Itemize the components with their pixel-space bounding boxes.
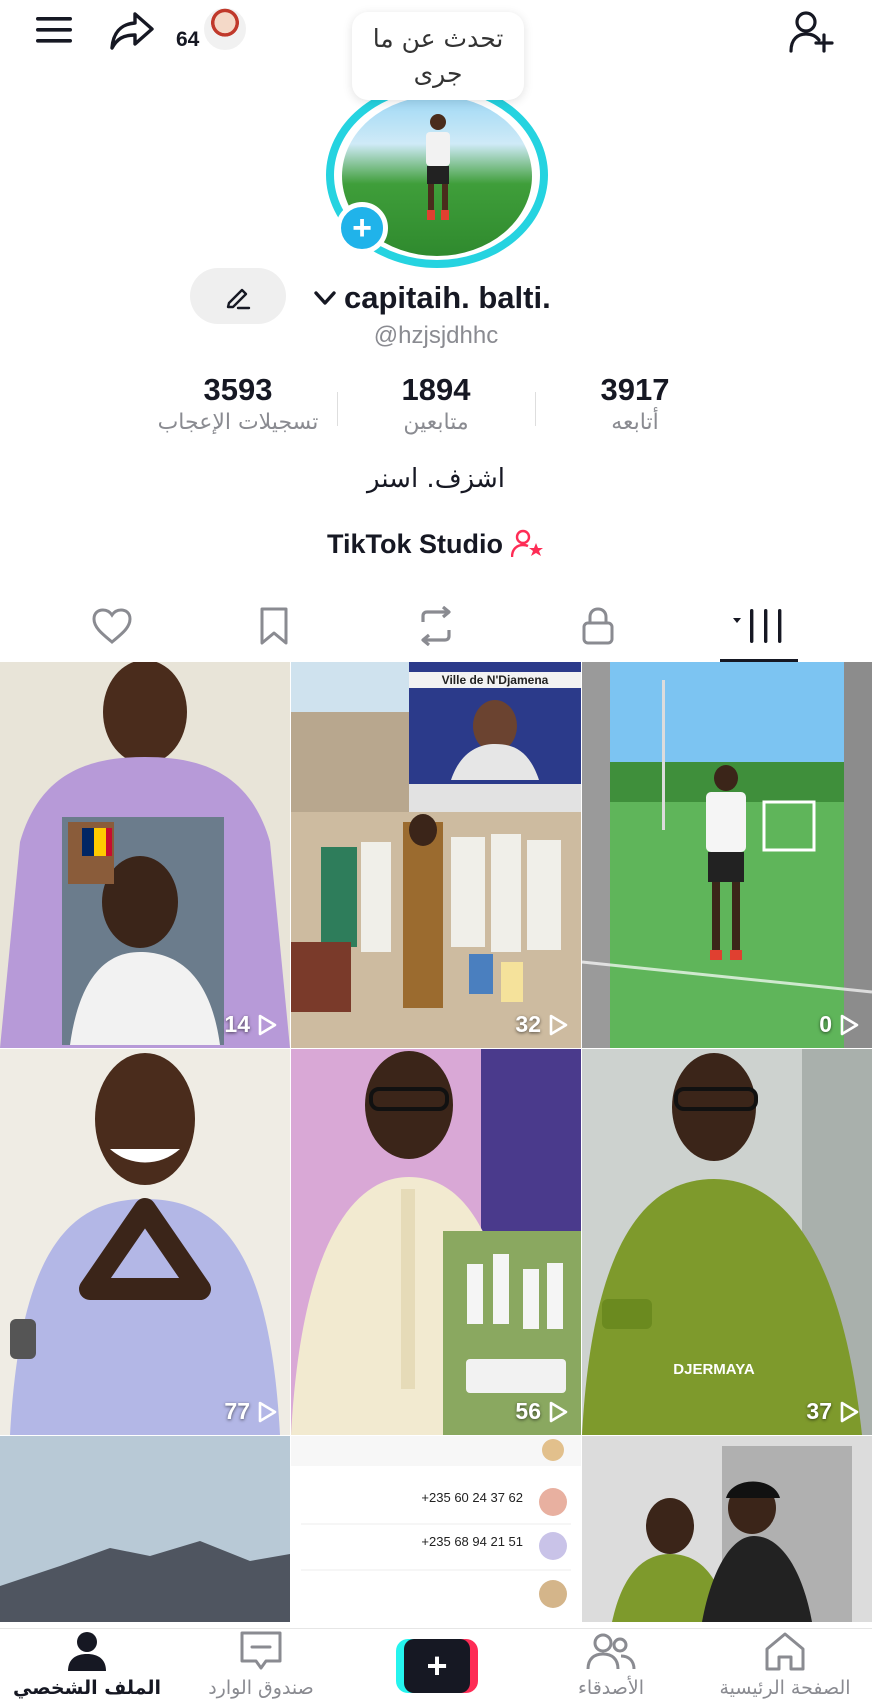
account-switcher[interactable]: capitaih. balti. <box>312 274 551 322</box>
view-count-value: 32 <box>515 1011 541 1037</box>
thumbnail-image <box>0 1049 290 1435</box>
nav-friends[interactable]: الأصدقاء <box>524 1629 698 1708</box>
chevron-down-icon <box>314 291 336 305</box>
video-grid-icon <box>733 609 782 643</box>
play-icon <box>549 1401 568 1422</box>
video-thumbnail[interactable]: +235 60 24 37 62 +235 68 94 21 51 <box>291 1436 581 1622</box>
tile-phone-1: +235 60 24 37 62 <box>421 1490 523 1505</box>
friends-icon <box>586 1633 636 1670</box>
video-thumbnail[interactable]: 0 <box>582 662 872 1048</box>
thumbnail-image <box>291 1049 581 1435</box>
video-thumbnail[interactable]: 14 <box>0 662 290 1048</box>
stat-likes[interactable]: 3593 تسجيلات الإعجاب <box>138 372 338 435</box>
play-icon <box>549 1014 568 1035</box>
add-friend-icon[interactable] <box>782 4 842 60</box>
video-thumbnail[interactable]: Ville de N'Djamena 32 <box>291 662 581 1048</box>
view-count-value: 14 <box>224 1011 250 1037</box>
view-count-value: 77 <box>224 1398 250 1424</box>
share-icon[interactable] <box>104 6 160 56</box>
create-button[interactable]: + <box>396 1639 478 1693</box>
play-icon <box>258 1401 277 1422</box>
profile-bio: اشزف. اسنر <box>366 464 506 494</box>
nav-label: الملف الشخصي <box>12 1677 161 1699</box>
menu-icon[interactable] <box>28 8 80 52</box>
tiktok-studio-link[interactable]: TikTok Studio <box>0 524 872 564</box>
tile-phone-2: +235 68 94 21 51 <box>421 1534 523 1549</box>
display-name: capitaih. balti. <box>344 280 551 315</box>
lock-icon <box>582 607 614 645</box>
inbox-icon <box>240 1631 282 1670</box>
video-grid: 14 Ville de N'Djamena 32 0 77 56 DJERMAY… <box>0 662 872 1662</box>
thumbnail-image: DJERMAYA <box>582 1049 872 1435</box>
tab-favorites[interactable] <box>229 590 319 662</box>
view-count: 0 <box>819 1011 860 1038</box>
view-count: 32 <box>515 1011 569 1038</box>
stat-value: 3917 <box>600 372 670 407</box>
stat-label: تسجيلات الإعجاب <box>157 410 319 435</box>
video-thumbnail[interactable]: 77 <box>0 1049 290 1435</box>
play-icon <box>258 1014 277 1035</box>
thumbnail-image <box>0 662 290 1048</box>
view-count: 37 <box>806 1398 860 1425</box>
tab-reposts[interactable] <box>391 590 481 662</box>
thumbnail-image <box>582 1436 872 1622</box>
username-handle: @hzjsjdhhc <box>373 322 499 349</box>
thumbnail-image <box>582 662 872 1048</box>
profile-tabs <box>0 590 872 662</box>
create-plus-icon: + <box>404 1639 470 1693</box>
profile-avatar[interactable]: + <box>324 80 548 270</box>
view-count-value: 0 <box>819 1011 832 1037</box>
stat-label: أتابعه <box>611 410 659 435</box>
play-icon <box>840 1401 859 1422</box>
stat-following[interactable]: 3917 أتابعه <box>535 372 735 435</box>
nav-home[interactable]: الصفحة الرئيسية <box>698 1629 872 1708</box>
view-count-value: 37 <box>806 1398 832 1424</box>
bottom-navigation: الصفحة الرئيسية الأصدقاء + صندوق الوارد … <box>0 1628 872 1708</box>
stat-label: متابعين <box>403 410 469 435</box>
view-count: 56 <box>515 1398 569 1425</box>
profile-icon <box>68 1632 106 1671</box>
note-bubble[interactable]: تحدث عن ما جرى <box>352 12 524 100</box>
repost-icon <box>421 606 451 646</box>
view-count: 77 <box>224 1398 278 1425</box>
visitor-avatar <box>202 6 248 52</box>
nav-profile[interactable]: الملف الشخصي <box>0 1629 174 1708</box>
bookmark-icon <box>260 607 288 645</box>
thumbnail-image: +235 60 24 37 62 +235 68 94 21 51 <box>291 1436 581 1622</box>
tab-videos[interactable] <box>714 590 804 662</box>
tab-liked[interactable] <box>67 590 157 662</box>
tile-banner-text: Ville de N'Djamena <box>442 673 549 687</box>
nav-label: الصفحة الرئيسية <box>719 1677 851 1699</box>
video-thumbnail[interactable]: DJERMAYA 37 <box>582 1049 872 1435</box>
tab-private[interactable] <box>553 590 643 662</box>
stat-value: 3593 <box>203 372 273 407</box>
heart-icon <box>92 608 132 644</box>
add-story-button[interactable]: + <box>336 202 388 254</box>
visitor-count: 64 <box>176 28 200 51</box>
play-icon <box>840 1014 859 1035</box>
pencil-icon <box>226 288 251 310</box>
tile-caption-text: DJERMAYA <box>673 1361 755 1378</box>
video-thumbnail[interactable] <box>582 1436 872 1622</box>
profile-visitors[interactable]: 64 <box>176 6 248 54</box>
profile-stats: 3917 أتابعه 1894 متابعين 3593 تسجيلات ال… <box>0 372 872 452</box>
thumbnail-image <box>0 1436 290 1622</box>
studio-icon <box>511 529 543 558</box>
video-thumbnail[interactable] <box>0 1436 290 1622</box>
studio-label: TikTok Studio <box>326 528 503 559</box>
edit-profile-button[interactable] <box>190 268 286 324</box>
nav-label: الأصدقاء <box>577 1677 645 1699</box>
nav-inbox[interactable]: صندوق الوارد <box>174 1629 348 1708</box>
home-icon <box>765 1632 805 1671</box>
view-count: 14 <box>224 1011 278 1038</box>
video-thumbnail[interactable]: 56 <box>291 1049 581 1435</box>
view-count-value: 56 <box>515 1398 541 1424</box>
thumbnail-image: Ville de N'Djamena <box>291 662 581 1048</box>
stat-followers[interactable]: 1894 متابعين <box>336 372 536 435</box>
stat-value: 1894 <box>401 372 471 407</box>
nav-label: صندوق الوارد <box>208 1677 314 1699</box>
